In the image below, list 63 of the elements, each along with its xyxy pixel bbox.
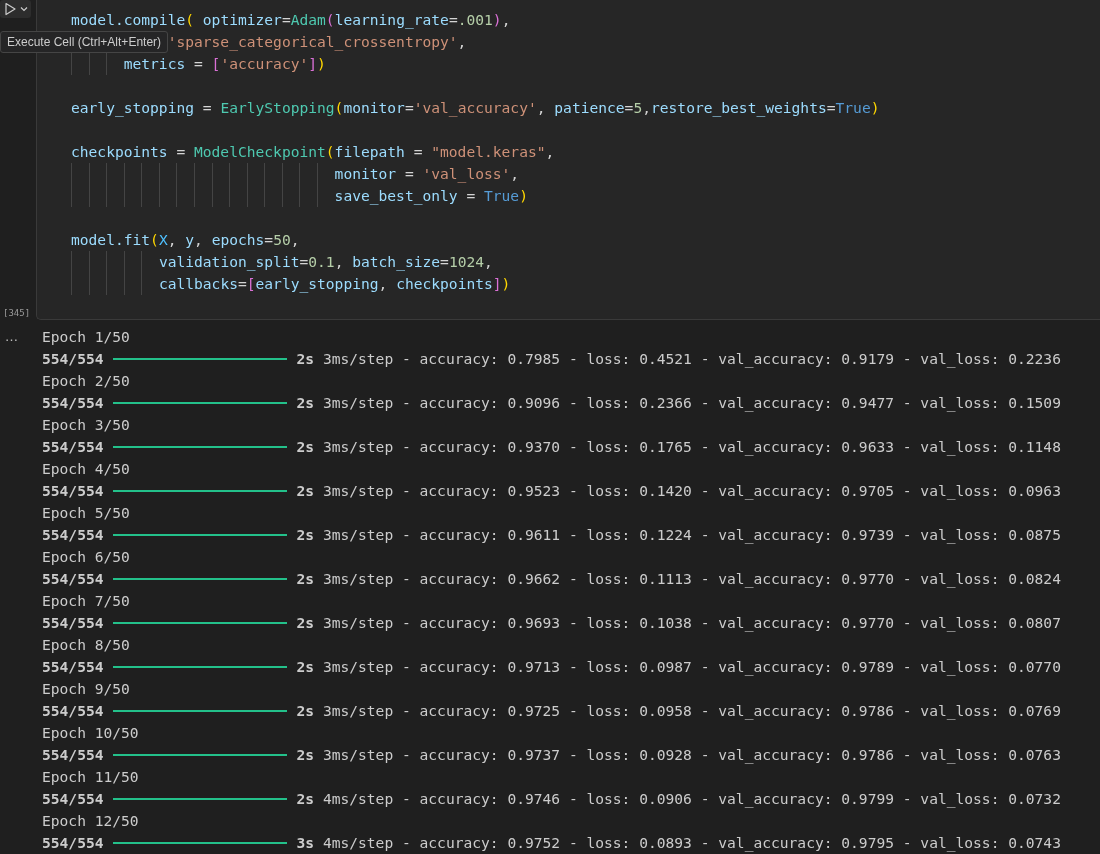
epoch-label: Epoch 7/50	[42, 591, 130, 611]
elapsed-time: 2s	[296, 569, 315, 589]
code-line: monitor = 'val_loss',	[334, 165, 520, 182]
epoch-label: Epoch 2/50	[42, 371, 130, 391]
elapsed-time: 2s	[296, 349, 315, 369]
epoch-label: Epoch 3/50	[42, 415, 130, 435]
code-line: 'sparse_categorical_crossentropy',	[167, 33, 467, 50]
step-count: 554/554	[42, 437, 104, 457]
metrics-text: 3ms/step - accuracy: 0.9662 - loss: 0.1113 - val_accuracy: 0.9770 - val_loss: 0.0824	[321, 569, 1061, 590]
caret-icon[interactable]	[19, 4, 29, 14]
epoch-label: Epoch 1/50	[42, 327, 130, 347]
code-line: save_best_only = True)	[334, 187, 528, 204]
metrics-text: 3ms/step - accuracy: 0.9611 - loss: 0.1224 - val_accuracy: 0.9739 - val_loss: 0.0875	[321, 525, 1061, 546]
epoch-label: Epoch 12/50	[42, 811, 139, 831]
epoch-label: Epoch 9/50	[42, 679, 130, 699]
output-menu-button[interactable]: …	[0, 327, 18, 347]
metrics-text: 3ms/step - accuracy: 0.9370 - loss: 0.1765 - val_accuracy: 0.9633 - val_loss: 0.1148	[321, 437, 1061, 458]
step-count: 554/554	[42, 393, 104, 413]
elapsed-time: 2s	[296, 481, 315, 501]
step-count: 554/554	[42, 525, 104, 545]
metrics-text: 4ms/step - accuracy: 0.9746 - loss: 0.0906 - val_accuracy: 0.9799 - val_loss: 0.0732	[321, 789, 1061, 810]
elapsed-time: 2s	[296, 613, 315, 633]
metrics-text: 3ms/step - accuracy: 0.9725 - loss: 0.0958 - val_accuracy: 0.9786 - val_loss: 0.0769	[321, 701, 1061, 722]
code-line: early_stopping = EarlyStopping(monitor='val_accuracy', patience=5,restore_best_weights=True)	[71, 99, 880, 116]
code-line: model.fit(X, y, epochs=50,	[71, 231, 300, 248]
execution-count: [345]	[2, 308, 31, 318]
metrics-text: 3ms/step - accuracy: 0.7985 - loss: 0.4521 - val_accuracy: 0.9179 - val_loss: 0.2236	[321, 349, 1061, 370]
elapsed-time: 2s	[296, 437, 315, 457]
step-count: 554/554	[42, 613, 104, 633]
step-count: 554/554	[42, 833, 104, 853]
step-count: 554/554	[42, 657, 104, 677]
metrics-text: 3ms/step - accuracy: 0.9523 - loss: 0.1420 - val_accuracy: 0.9705 - val_loss: 0.0963	[321, 481, 1061, 502]
epoch-label: Epoch 6/50	[42, 547, 130, 567]
epoch-label: Epoch 11/50	[42, 767, 139, 787]
code-line: callbacks=[early_stopping, checkpoints])	[158, 275, 511, 292]
elapsed-time: 2s	[296, 789, 315, 809]
tooltip: Execute Cell (Ctrl+Alt+Enter)	[0, 31, 169, 53]
code-line: checkpoints = ModelCheckpoint(filepath = "model.keras",	[71, 143, 555, 160]
metrics-text: 4ms/step - accuracy: 0.9752 - loss: 0.0893 - val_accuracy: 0.9795 - val_loss: 0.0743	[321, 833, 1061, 854]
step-count: 554/554	[42, 745, 104, 765]
epoch-label: Epoch 5/50	[42, 503, 130, 523]
elapsed-time: 2s	[296, 393, 315, 413]
metrics-text: 3ms/step - accuracy: 0.9713 - loss: 0.0987 - val_accuracy: 0.9789 - val_loss: 0.0770	[321, 657, 1061, 678]
metrics-text: 3ms/step - accuracy: 0.9096 - loss: 0.2366 - val_accuracy: 0.9477 - val_loss: 0.1509	[321, 393, 1061, 414]
elapsed-time: 2s	[296, 525, 315, 545]
elapsed-time: 2s	[296, 745, 315, 765]
epoch-label: Epoch 8/50	[42, 635, 130, 655]
epoch-label: Epoch 10/50	[42, 723, 139, 743]
step-count: 554/554	[42, 789, 104, 809]
elapsed-time: 2s	[296, 657, 315, 677]
code-line: metrics = ['accuracy'])	[123, 55, 326, 72]
epoch-label: Epoch 4/50	[42, 459, 130, 479]
step-count: 554/554	[42, 481, 104, 501]
metrics-text: 3ms/step - accuracy: 0.9693 - loss: 0.1038 - val_accuracy: 0.9770 - val_loss: 0.0807	[321, 613, 1061, 634]
step-count: 554/554	[42, 349, 104, 369]
code-line: validation_split=0.1, batch_size=1024,	[158, 253, 493, 270]
code-line: model.compile( optimizer=Adam(learning_rate=.001),	[71, 11, 511, 28]
run-button[interactable]	[2, 1, 18, 17]
step-count: 554/554	[42, 701, 104, 721]
elapsed-time: 2s	[296, 701, 315, 721]
elapsed-time: 3s	[296, 833, 315, 853]
metrics-text: 3ms/step - accuracy: 0.9737 - loss: 0.0928 - val_accuracy: 0.9786 - val_loss: 0.0763	[321, 745, 1061, 766]
step-count: 554/554	[42, 569, 104, 589]
